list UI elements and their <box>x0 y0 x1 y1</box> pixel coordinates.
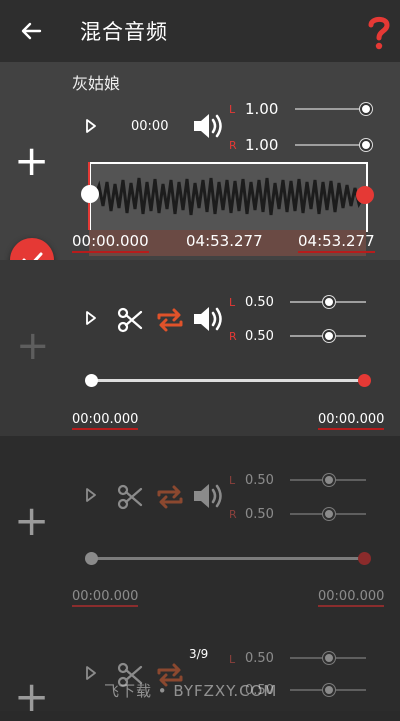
track-2-panel <box>0 260 400 436</box>
track-1-start-handle[interactable] <box>81 185 99 203</box>
track-3-left-volume-knob[interactable] <box>323 474 335 486</box>
track-1-volume-right: 1.00 <box>245 136 279 154</box>
track-2-start-handle[interactable] <box>85 374 98 387</box>
watermark-text: 飞下载 • BYFZXY.COM <box>104 682 278 700</box>
track-3-start-time[interactable]: 00:00.000 <box>72 589 139 607</box>
left-channel-label: L <box>229 296 236 309</box>
track-2-start-time[interactable]: 00:00.000 <box>72 412 139 430</box>
volume-track-2-icon[interactable] <box>192 303 226 335</box>
track-3-volume-right: 0.50 <box>245 507 274 522</box>
scissors-track-2-icon[interactable] <box>117 307 143 333</box>
track-1-left-volume-knob[interactable] <box>360 103 372 115</box>
track-2-end-time[interactable]: 00:00.000 <box>318 412 385 430</box>
track-3-controls: L 0.50 R 0.50 00:00.000 00:00.000 <box>0 436 400 612</box>
track-3-right-volume-knob[interactable] <box>323 508 335 520</box>
track-2-range-bar[interactable] <box>92 379 364 382</box>
play-track-2-icon[interactable] <box>85 311 97 325</box>
page-title: 混合音频 <box>80 20 168 44</box>
track-3-volume-left: 0.50 <box>245 473 274 488</box>
track-1-start-time[interactable]: 00:00.000 <box>72 232 149 253</box>
add-track-1-plus-icon[interactable]: + <box>14 140 49 182</box>
track-2-left-volume-knob[interactable] <box>323 296 335 308</box>
track-1-duration: 04:53.277 <box>186 232 263 250</box>
play-track-4-icon[interactable] <box>85 666 97 680</box>
track-4-right-volume-knob[interactable] <box>323 684 335 696</box>
track-1-name: 灰姑娘 <box>72 74 121 93</box>
track-1-position: 00:00 <box>131 119 169 134</box>
track-1-left-volume-slider[interactable] <box>295 108 367 110</box>
page-indicator: 3/9 <box>189 647 209 661</box>
track-2-volume-left: 0.50 <box>245 295 274 310</box>
right-channel-label: R <box>229 330 237 343</box>
left-channel-label: L <box>229 474 236 487</box>
track-1-volume-left: 1.00 <box>245 100 279 118</box>
track-2-right-volume-knob[interactable] <box>323 330 335 342</box>
track-1-waveform[interactable] <box>89 162 368 232</box>
help-question-icon[interactable] <box>366 14 392 50</box>
volume-track-3-icon[interactable] <box>192 480 226 512</box>
volume-track-1-icon[interactable] <box>192 110 226 142</box>
loop-track-2-icon[interactable] <box>155 305 185 335</box>
track-2-end-handle[interactable] <box>358 374 371 387</box>
app-bar: 混合音频 <box>0 0 400 62</box>
add-track-2-plus-icon[interactable]: + <box>16 326 50 366</box>
waveform-graph <box>93 177 365 216</box>
scissors-track-3-icon[interactable] <box>117 484 143 510</box>
track-1-end-time[interactable]: 04:53.277 <box>298 232 375 253</box>
right-channel-label: R <box>229 508 237 521</box>
track-3-start-handle[interactable] <box>85 552 98 565</box>
right-channel-label: R <box>229 139 237 152</box>
track-1-right-volume-slider[interactable] <box>295 144 367 146</box>
left-channel-label: L <box>229 653 236 666</box>
play-track-1-icon[interactable] <box>85 119 97 133</box>
track-1-end-handle[interactable] <box>356 186 374 204</box>
track-3-end-time[interactable]: 00:00.000 <box>318 589 385 607</box>
play-track-3-icon[interactable] <box>85 488 97 502</box>
loop-track-3-icon[interactable] <box>155 482 185 512</box>
track-1-right-volume-knob[interactable] <box>360 139 372 151</box>
track-3-range-bar[interactable] <box>92 557 364 560</box>
track-4-volume-left: 0.50 <box>245 651 274 666</box>
back-arrow-icon[interactable] <box>20 20 42 42</box>
track-4-left-volume-knob[interactable] <box>323 652 335 664</box>
left-channel-label: L <box>229 103 236 116</box>
track-2-volume-right: 0.50 <box>245 329 274 344</box>
track-3-end-handle[interactable] <box>358 552 371 565</box>
